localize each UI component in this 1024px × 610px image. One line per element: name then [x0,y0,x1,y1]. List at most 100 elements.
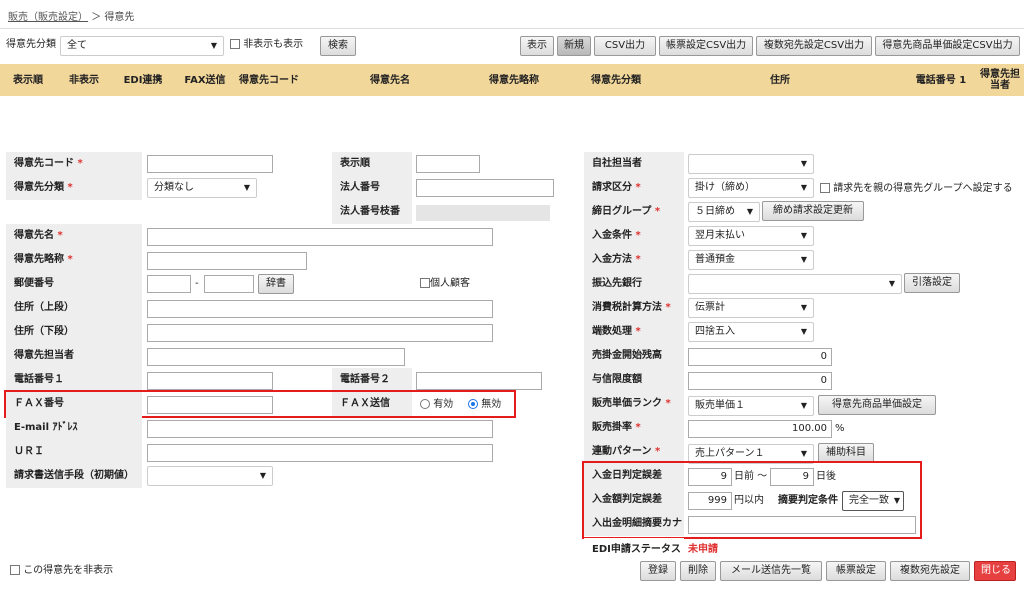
payment-method-select[interactable]: 普通預金 ▼ [688,250,814,270]
checkbox-icon [420,278,430,288]
tax-calc-select[interactable]: 伝票計 ▼ [688,298,814,318]
rounding-value: 四捨五入 [695,326,735,337]
chevron-down-icon: ▼ [800,303,807,312]
price-rank-select[interactable]: 販売単価１ ▼ [688,396,814,416]
chevron-down-icon: ▼ [800,183,807,192]
col-address[interactable]: 住所 [750,64,810,96]
delete-button[interactable]: 削除 [680,561,716,581]
category-value: 分類なし [154,182,194,193]
tel1-label: 電話番号１ [6,368,142,392]
chevron-down-icon: ▼ [888,279,895,288]
ar-balance-label: 売掛金開始残高 [584,344,684,368]
chevron-down-icon: ▼ [800,401,807,410]
col-edi[interactable]: EDI連携 [118,64,168,96]
col-code[interactable]: 得意先コード [234,64,304,96]
credit-label: 与信限度額 [584,368,684,392]
filter-category-label: 得意先分類 [6,39,56,50]
corp-branch-label: 法人番号枝番 [332,200,412,224]
dictionary-button[interactable]: 辞書 [258,274,294,294]
postal-dash: - [195,278,199,289]
tel1-input[interactable] [147,372,273,390]
url-label: ＵＲＩ [6,440,142,464]
col-short-name[interactable]: 得意先略称 [474,64,554,96]
search-button[interactable]: 検索 [320,36,356,56]
col-fax[interactable]: FAX送信 [180,64,230,96]
display-button[interactable]: 表示 [520,36,554,56]
mail-list-button[interactable]: メール送信先一覧 [720,561,822,581]
sub-account-button[interactable]: 補助科目 [818,443,874,463]
multi-dest-button[interactable]: 複数宛先設定 [890,561,970,581]
price-csv-export-button[interactable]: 得意先商品単価設定CSV出力 [875,36,1020,56]
corp-no-input[interactable] [416,179,554,197]
col-category[interactable]: 得意先分類 [576,64,656,96]
category-select[interactable]: 分類なし ▼ [147,178,257,198]
closing-update-button[interactable]: 締め請求設定更新 [762,201,864,221]
rounding-select[interactable]: 四捨五入 ▼ [688,322,814,342]
csv-export-button[interactable]: CSV出力 [594,36,656,56]
individual-label: 個人顧客 [430,278,470,289]
filter-category-value: 全て [67,40,87,51]
edi-status-label: EDI申請ステータス [584,538,684,562]
short-name-input[interactable] [147,252,307,270]
breadcrumb-parent-link[interactable]: 販売（販売設定） [8,12,88,23]
table-header: 表示順 非表示 EDI連携 FAX送信 得意先コード 得意先名 得意先略称 得意… [0,64,1024,96]
code-input[interactable] [147,155,273,173]
customer-price-settings-button[interactable]: 得意先商品単価設定 [818,395,936,415]
postal-input-2[interactable] [204,275,254,293]
new-button[interactable]: 新規 [557,36,591,56]
addr2-input[interactable] [147,324,493,342]
form-settings-button[interactable]: 帳票設定 [826,561,886,581]
left-spacer [6,200,142,224]
sales-rate-input[interactable]: 100.00 [688,420,832,438]
bank-select[interactable]: ▼ [688,274,902,294]
billing-group-checkbox[interactable]: 請求先を親の得意先グループへ設定する [820,180,1013,198]
closing-label: 締日グループ * [584,200,684,224]
col-name[interactable]: 得意先名 [350,64,430,96]
register-button[interactable]: 登録 [640,561,676,581]
close-button[interactable]: 閉じる [974,561,1016,581]
tel2-input[interactable] [416,372,542,390]
filter-category-select[interactable]: 全て ▼ [60,36,224,56]
debit-settings-button[interactable]: 引落設定 [904,273,960,293]
addr2-label: 住所（下段） [6,320,142,344]
payment-terms-label: 入金条件 * [584,224,684,248]
col-hidden[interactable]: 非表示 [62,64,106,96]
billing-select[interactable]: 掛け（締め） ▼ [688,178,814,198]
col-display-order[interactable]: 表示順 [6,64,50,96]
multi-dest-csv-export-button[interactable]: 複数宛先設定CSV出力 [756,36,872,56]
hide-customer-checkbox[interactable]: この得意先を非表示 [10,562,113,580]
hide-customer-label: この得意先を非表示 [23,565,114,576]
individual-checkbox[interactable]: 個人顧客 [420,275,470,293]
chevron-down-icon: ▼ [800,231,807,240]
name-input[interactable] [147,228,493,246]
breadcrumb-sep: ＞ [91,12,102,23]
price-rank-value: 販売単価１ [695,400,745,411]
ar-balance-input[interactable]: 0 [688,348,832,366]
invoice-method-select[interactable]: ▼ [147,466,273,486]
url-input[interactable] [147,444,493,462]
addr1-input[interactable] [147,300,493,318]
payment-method-label: 入金方法 * [584,248,684,272]
person-input[interactable] [147,348,405,366]
form-csv-export-button[interactable]: 帳票設定CSV出力 [659,36,753,56]
rounding-label: 端数処理 * [584,320,684,344]
display-order-input[interactable] [416,155,480,173]
postal-input-1[interactable] [147,275,191,293]
chevron-down-icon: ▼ [746,207,753,216]
billing-group-label: 請求先を親の得意先グループへ設定する [833,183,1013,194]
closing-select[interactable]: ５日締め ▼ [688,202,760,222]
show-hidden-checkbox[interactable]: 非表示も表示 [230,36,303,54]
staff-select[interactable]: ▼ [688,154,814,174]
checkbox-icon [10,565,20,575]
credit-input[interactable]: 0 [688,372,832,390]
payment-terms-value: 翌月末払い [695,230,745,241]
price-rank-label: 販売単価ランク * [584,392,684,416]
email-input[interactable] [147,420,493,438]
col-tel[interactable]: 電話番号 1 [910,64,972,96]
payment-method-value: 普通預金 [695,254,735,265]
email-label: E-mail ｱﾄﾞﾚｽ [6,416,142,440]
col-person[interactable]: 得意先担当者 [980,64,1020,96]
person-label: 得意先担当者 [6,344,142,368]
checkbox-icon [820,183,830,193]
payment-terms-select[interactable]: 翌月末払い ▼ [688,226,814,246]
